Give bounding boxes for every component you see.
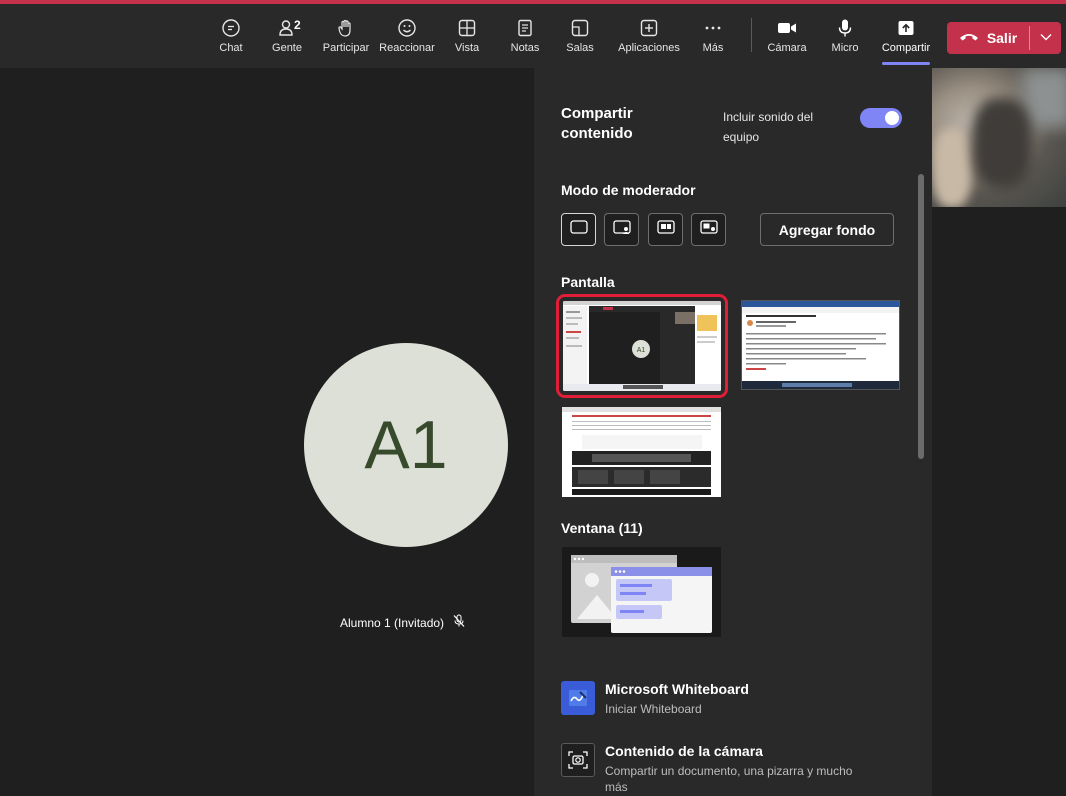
presenter-mode-side-by-side-button[interactable] xyxy=(648,213,683,246)
toolbar-chat-button[interactable]: Chat xyxy=(216,10,246,62)
whiteboard-option[interactable]: Microsoft Whiteboard Iniciar Whiteboard xyxy=(561,681,921,725)
include-sound-label: Incluir sonido del equipo xyxy=(723,110,814,144)
camera-content-icon xyxy=(561,743,595,777)
camera-content-option[interactable]: Contenido de la cámara Compartir un docu… xyxy=(561,743,921,794)
smile-icon xyxy=(395,16,419,40)
hang-up-icon xyxy=(959,30,979,46)
presenter-mode-content-only-button[interactable] xyxy=(561,213,596,246)
toolbar-people-button[interactable]: 2 Gente xyxy=(270,10,304,62)
toolbar-react-label: Reaccionar xyxy=(379,42,435,54)
toolbar-apps-button[interactable]: Aplicaciones xyxy=(616,10,682,62)
mic-icon xyxy=(833,16,857,40)
video-blur-region xyxy=(972,98,1032,188)
video-blur-region xyxy=(932,128,972,207)
include-sound-toggle[interactable] xyxy=(860,108,902,128)
toolbar-separator xyxy=(751,18,752,52)
toolbar-notes-button[interactable]: Notas xyxy=(507,10,543,62)
toolbar-notes-label: Notas xyxy=(510,42,540,54)
toolbar-apps-label: Aplicaciones xyxy=(618,42,680,54)
side-by-side-icon xyxy=(656,219,676,240)
toolbar-mic-button[interactable]: Micro xyxy=(830,10,860,62)
toolbar-mic-label: Micro xyxy=(831,42,859,54)
self-video-preview xyxy=(932,68,1066,207)
panel-title: Compartir contenido xyxy=(561,105,633,142)
leave-options-dropdown[interactable] xyxy=(1030,22,1061,54)
content-only-icon xyxy=(569,219,589,240)
screen-thumbnail-3[interactable] xyxy=(562,407,721,497)
presenter-mode-heading: Modo de moderador xyxy=(561,182,696,198)
raise-hand-icon xyxy=(334,16,358,40)
grid-icon xyxy=(455,16,479,40)
more-icon xyxy=(701,16,725,40)
toolbar-more-label: Más xyxy=(702,42,724,54)
toolbar-share-label: Compartir xyxy=(881,42,931,54)
active-tab-indicator xyxy=(882,62,930,65)
camera-content-title: Contenido de la cámara xyxy=(605,743,763,759)
toolbar-chat-label: Chat xyxy=(219,42,243,54)
participant-name: Alumno 1 (Invitado) xyxy=(340,615,445,630)
toolbar-raise-hand-button[interactable]: Participar xyxy=(322,10,370,62)
window-heading: Ventana (11) xyxy=(561,520,643,536)
toolbar-view-button[interactable]: Vista xyxy=(452,10,482,62)
panel-scrollbar[interactable] xyxy=(918,174,924,459)
screen-thumbnail-1[interactable]: A1 xyxy=(556,294,728,398)
toolbar-react-button[interactable]: Reaccionar xyxy=(378,10,436,62)
rooms-icon xyxy=(568,16,592,40)
screen-heading: Pantalla xyxy=(561,274,615,290)
window-thumbnail[interactable] xyxy=(562,547,721,637)
leave-button[interactable]: Salir xyxy=(947,22,1029,54)
whiteboard-icon xyxy=(561,681,595,715)
add-background-button[interactable]: Agregar fondo xyxy=(760,213,894,246)
standout-icon xyxy=(612,219,632,240)
camera-content-subtitle: Compartir un documento, una pizarra y mu… xyxy=(605,764,853,794)
chat-icon xyxy=(219,16,243,40)
meeting-toolbar: Chat 2 Gente Participar Reaccionar Vista… xyxy=(0,4,1066,68)
whiteboard-title: Microsoft Whiteboard xyxy=(605,681,749,697)
share-icon xyxy=(894,16,918,40)
toolbar-camera-button[interactable]: Cámara xyxy=(766,10,808,62)
leave-button-group: Salir xyxy=(947,22,1061,54)
screen-thumbnail-2[interactable] xyxy=(741,300,900,390)
toolbar-rooms-button[interactable]: Salas xyxy=(565,10,595,62)
notes-icon xyxy=(513,16,537,40)
presenter-mode-reporter-button[interactable] xyxy=(691,213,726,246)
reporter-icon xyxy=(699,219,719,240)
chevron-down-icon xyxy=(1039,29,1053,47)
mic-off-icon xyxy=(452,614,466,631)
people-icon: 2 xyxy=(275,16,301,40)
share-content-panel: Compartir contenido Incluir sonido del e… xyxy=(534,68,932,796)
toggle-knob xyxy=(885,111,899,125)
meeting-stage: A1 Alumno 1 (Invitado) xyxy=(0,68,534,796)
toolbar-view-label: Vista xyxy=(454,42,480,54)
participant-avatar: A1 xyxy=(304,343,508,547)
toolbar-more-button[interactable]: Más xyxy=(698,10,728,62)
plus-square-icon xyxy=(637,16,661,40)
people-count: 2 xyxy=(294,18,301,32)
camera-icon xyxy=(775,16,799,40)
leave-label: Salir xyxy=(986,30,1018,46)
whiteboard-subtitle: Iniciar Whiteboard xyxy=(605,702,702,716)
presenter-mode-standout-button[interactable] xyxy=(604,213,639,246)
toolbar-people-label: Gente xyxy=(272,42,302,54)
toolbar-camera-label: Cámara xyxy=(767,42,807,54)
participant-name-tag: Alumno 1 (Invitado) xyxy=(340,614,466,631)
toolbar-rooms-label: Salas xyxy=(566,42,594,54)
svg-text:A1: A1 xyxy=(637,347,646,354)
toolbar-share-button[interactable]: Compartir xyxy=(879,10,933,62)
toolbar-raise-hand-label: Participar xyxy=(322,42,370,54)
